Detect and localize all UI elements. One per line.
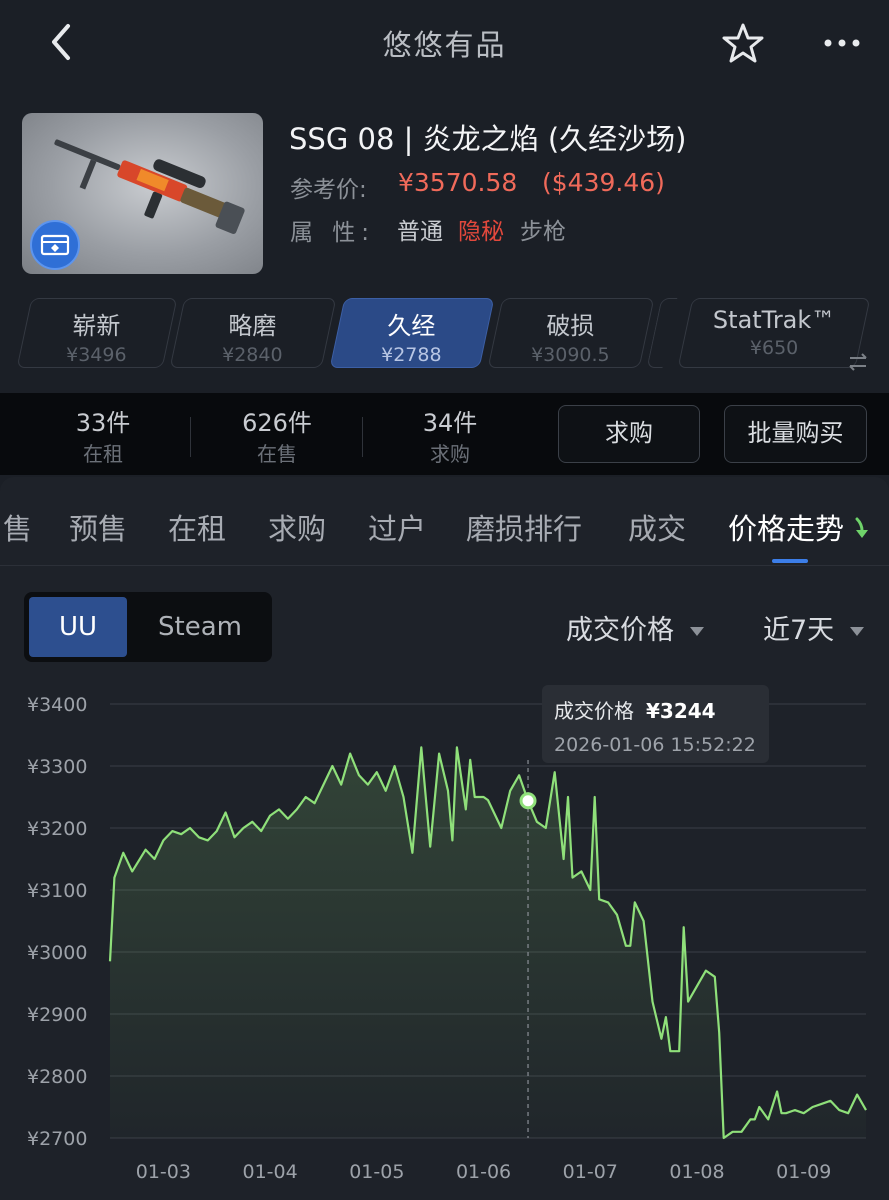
y-tick-label: ¥3100 bbox=[27, 880, 87, 902]
wear-tab-factory-new[interactable]: 崭新 ¥3496 bbox=[16, 298, 178, 368]
attribute-type: 步枪 bbox=[520, 219, 566, 245]
buy-request-button[interactable]: 求购 bbox=[558, 405, 700, 463]
y-tick-label: ¥3300 bbox=[27, 756, 87, 778]
stat-count: 34件 bbox=[422, 409, 478, 437]
wear-tab-name: 略磨 bbox=[228, 312, 277, 340]
bulk-buy-button[interactable]: 批量购买 bbox=[724, 405, 867, 463]
attribute-rarity: 隐秘 bbox=[458, 219, 504, 245]
y-tick-label: ¥3400 bbox=[27, 694, 87, 716]
x-tick-label: 01-03 bbox=[136, 1161, 191, 1183]
wear-tab-minimal-wear[interactable]: 略磨 ¥2840 bbox=[169, 298, 337, 368]
scroll-down-arrow-icon bbox=[855, 517, 868, 538]
y-tick-label: ¥3000 bbox=[27, 942, 87, 964]
caret-down-icon bbox=[850, 627, 865, 636]
stat-label: 在租 bbox=[83, 442, 123, 466]
wear-tab-name: 破损 bbox=[546, 312, 595, 340]
reference-price-usd: ($439.46) bbox=[542, 168, 665, 197]
wear-tab-name: 崭新 bbox=[72, 312, 121, 340]
wear-tab-field-tested[interactable]: 久经 ¥2788 bbox=[329, 298, 495, 368]
tooltip-label: 成交价格 bbox=[554, 699, 634, 723]
y-tick-label: ¥2700 bbox=[27, 1128, 87, 1150]
caret-down-icon bbox=[690, 627, 704, 636]
x-tick-label: 01-07 bbox=[563, 1161, 618, 1183]
period-dropdown-label: 近7天 bbox=[763, 615, 835, 646]
y-tick-label: ¥2800 bbox=[27, 1066, 87, 1088]
divider bbox=[362, 417, 363, 457]
tooltip-time: 2026-01-06 15:52:22 bbox=[554, 734, 756, 756]
more-options-icon[interactable] bbox=[820, 26, 864, 60]
item-name: SSG 08 | 炎龙之焰 (久经沙场) bbox=[289, 122, 687, 156]
stat-label: 求购 bbox=[430, 442, 470, 466]
tab-presale[interactable]: 预售 bbox=[69, 506, 127, 548]
period-dropdown[interactable]: 近7天 bbox=[763, 608, 865, 647]
attribute-label: 属 性: bbox=[290, 220, 376, 246]
tab-transactions[interactable]: 成交 bbox=[628, 506, 686, 548]
x-tick-label: 01-06 bbox=[456, 1161, 511, 1183]
stat-on-sale[interactable]: 626件 在售 bbox=[217, 403, 337, 467]
y-tick-label: ¥3200 bbox=[27, 818, 87, 840]
wear-tab-stattrak[interactable]: StatTrak™ ¥650 bbox=[677, 298, 871, 368]
tooltip-value: ¥3244 bbox=[646, 699, 716, 723]
x-tick-label: 01-08 bbox=[669, 1161, 724, 1183]
selected-point-marker bbox=[519, 792, 537, 810]
source-uu-button[interactable]: UU bbox=[29, 597, 127, 657]
active-tab-indicator bbox=[772, 559, 808, 563]
stat-count: 33件 bbox=[75, 409, 131, 437]
stat-count: 626件 bbox=[242, 409, 312, 437]
metric-dropdown-label: 成交价格 bbox=[566, 615, 674, 646]
item-type-badge-icon bbox=[30, 220, 80, 270]
wear-tab-name: 久经 bbox=[387, 312, 436, 340]
tab-separator bbox=[0, 565, 889, 566]
wear-tab-price: ¥650 bbox=[749, 337, 799, 359]
tab-sale[interactable]: 售 bbox=[3, 506, 32, 548]
wear-tab-price: ¥2788 bbox=[381, 344, 442, 366]
x-tick-label: 01-04 bbox=[242, 1161, 297, 1183]
tab-transfer[interactable]: 过户 bbox=[368, 506, 426, 548]
tab-rent[interactable]: 在租 bbox=[168, 506, 226, 548]
wear-tab-price: ¥3496 bbox=[66, 344, 127, 366]
wear-tab-price: ¥3090.5 bbox=[531, 344, 610, 366]
wear-tab-name: StatTrak™ bbox=[712, 306, 836, 334]
tab-buy-request[interactable]: 求购 bbox=[268, 506, 326, 548]
wear-tab-price: ¥2840 bbox=[222, 344, 283, 366]
stat-buy-orders[interactable]: 34件 求购 bbox=[390, 403, 510, 467]
price-area bbox=[110, 747, 866, 1138]
x-tick-label: 01-05 bbox=[349, 1161, 404, 1183]
reference-price-label: 参考价: bbox=[290, 177, 367, 203]
swap-icon[interactable] bbox=[848, 352, 868, 372]
source-steam-button[interactable]: Steam bbox=[140, 597, 260, 657]
tab-wear-ranking[interactable]: 磨损排行 bbox=[466, 506, 582, 548]
metric-dropdown[interactable]: 成交价格 bbox=[566, 608, 704, 647]
stat-label: 在售 bbox=[257, 442, 297, 466]
chart-tooltip: 成交价格 ¥3244 2026-01-06 15:52:22 bbox=[542, 685, 769, 763]
favorite-star-icon[interactable] bbox=[722, 22, 764, 64]
tab-price-trend[interactable]: 价格走势 bbox=[728, 506, 844, 548]
stat-for-rent[interactable]: 33件 在租 bbox=[43, 403, 163, 467]
x-tick-label: 01-09 bbox=[776, 1161, 831, 1183]
divider bbox=[190, 417, 191, 457]
attribute-quality: 普通 bbox=[397, 219, 443, 245]
y-tick-label: ¥2900 bbox=[27, 1004, 87, 1026]
reference-price-cny: ¥3570.58 bbox=[398, 168, 518, 197]
wear-tab-well-worn[interactable]: 破损 ¥3090.5 bbox=[487, 298, 655, 368]
